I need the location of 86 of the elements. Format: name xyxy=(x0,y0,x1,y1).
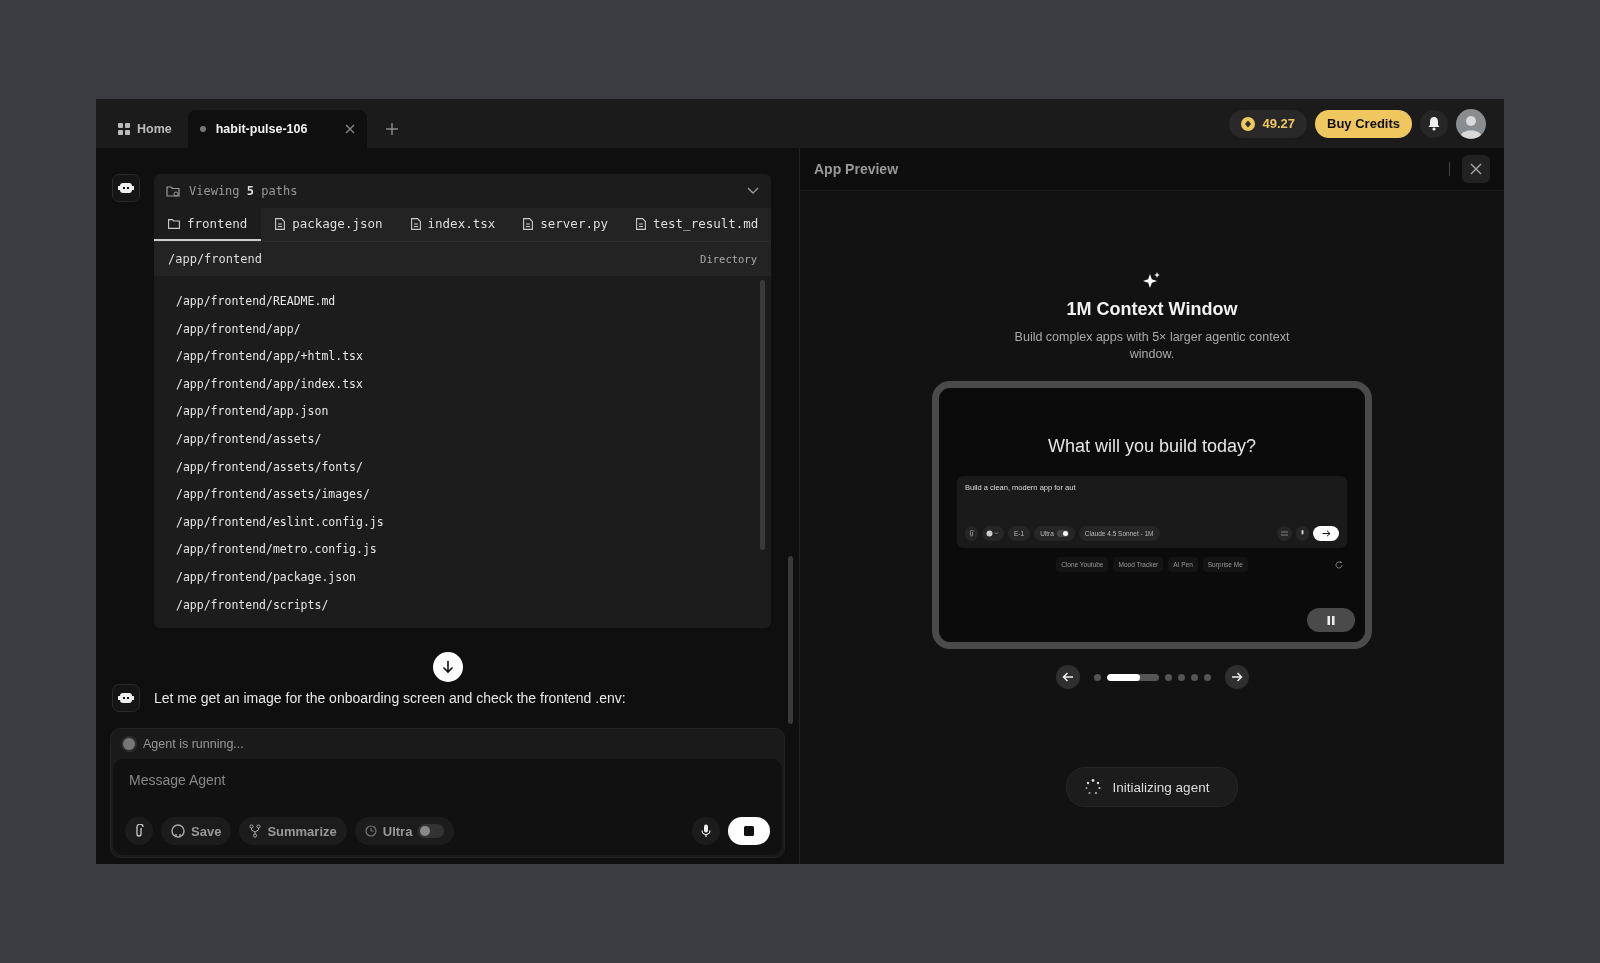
notifications-button[interactable] xyxy=(1420,109,1448,138)
next-button[interactable] xyxy=(1224,665,1249,689)
viewer-title: Viewing 5 paths xyxy=(189,184,298,198)
microphone-button[interactable] xyxy=(692,817,720,845)
slide-dot[interactable] xyxy=(1164,673,1172,681)
avatar-icon[interactable] xyxy=(1456,108,1486,139)
close-icon[interactable] xyxy=(344,124,355,134)
ultra-switch[interactable] xyxy=(418,824,445,838)
stop-icon xyxy=(744,826,754,836)
path-type: Directory xyxy=(700,253,757,265)
file-tab[interactable]: index.tsx xyxy=(396,208,510,241)
pause-button[interactable] xyxy=(1307,608,1355,632)
grid-icon xyxy=(118,123,130,135)
scroll-down-button[interactable] xyxy=(433,652,463,682)
agent-status: Agent is running... xyxy=(143,737,244,751)
panel-title: App Preview xyxy=(814,161,899,177)
ultra-toggle[interactable]: Ultra xyxy=(354,817,455,845)
bot-avatar-icon xyxy=(112,684,140,712)
file-path[interactable]: /app/frontend/scripts/ xyxy=(176,591,749,620)
slide-dot[interactable] xyxy=(1093,673,1101,681)
file-tab[interactable]: frontend xyxy=(154,208,262,241)
folder-icon xyxy=(168,218,180,229)
coin-icon xyxy=(1241,116,1256,131)
feature-description: Build complex apps with 5× larger agentic context window. xyxy=(1013,329,1291,363)
file-path[interactable]: /app/frontend/eslint.config.js xyxy=(176,508,749,537)
file-path[interactable]: /app/frontend/app/ xyxy=(176,315,749,344)
folder-eye-icon xyxy=(166,184,181,198)
pause-icon xyxy=(1327,615,1335,625)
file-tab[interactable]: test_result.md xyxy=(622,208,771,241)
arrow-left-icon xyxy=(1061,672,1074,682)
mock-mic-icon xyxy=(1296,526,1309,541)
mock-attach-icon xyxy=(965,526,978,541)
file-path[interactable]: /app/frontend/assets/fonts/ xyxy=(176,453,749,482)
scrollbar[interactable] xyxy=(788,556,793,724)
arrow-right-icon xyxy=(1230,672,1243,682)
file-path[interactable]: /app/frontend/metro.config.js xyxy=(176,536,749,564)
slide-dot[interactable] xyxy=(1177,673,1185,681)
mock-github-icon xyxy=(982,526,1004,541)
chevron-down-icon[interactable] xyxy=(747,187,759,195)
arrow-down-icon xyxy=(442,660,454,674)
buy-credits-button[interactable]: Buy Credits xyxy=(1315,109,1412,138)
mock-refresh-icon xyxy=(1335,560,1343,569)
current-path: /app/frontend xyxy=(168,252,262,266)
file-icon xyxy=(636,217,646,230)
clock-icon xyxy=(364,825,377,837)
file-path[interactable]: /app/frontend/app.json xyxy=(176,398,749,426)
plus-icon[interactable] xyxy=(384,122,399,136)
mock-title: What will you build today? xyxy=(1047,436,1257,457)
file-path[interactable]: /app/frontend/assets/ xyxy=(176,425,749,454)
feature-title: 1M Context Window xyxy=(1066,299,1238,320)
file-tab[interactable]: server.py xyxy=(509,208,622,241)
project-tab[interactable]: habit-pulse-106 xyxy=(187,110,367,148)
file-icon xyxy=(410,217,421,230)
paperclip-icon xyxy=(134,824,144,838)
slide-dot[interactable] xyxy=(1203,673,1211,681)
bell-icon xyxy=(1427,116,1441,131)
file-path[interactable]: /app/frontend/package.json xyxy=(176,563,749,592)
microphone-icon xyxy=(701,824,711,838)
spinner-icon xyxy=(1084,779,1101,795)
credits-balance[interactable]: 49.27 xyxy=(1229,109,1308,138)
slide-progress[interactable] xyxy=(1106,673,1159,681)
previous-button[interactable] xyxy=(1055,665,1080,689)
file-icon xyxy=(275,217,286,230)
stop-button[interactable] xyxy=(728,817,770,845)
agent-message: Let me get an image for the onboarding screen and check the frontend .env: xyxy=(154,690,626,706)
attach-button[interactable] xyxy=(125,817,153,845)
bot-avatar-icon xyxy=(112,174,140,202)
file-tab[interactable]: package.json xyxy=(261,208,397,241)
home-tab[interactable]: Home xyxy=(106,110,184,148)
branch-icon xyxy=(249,824,262,838)
file-path[interactable]: /app/frontend/app/index.tsx xyxy=(176,370,749,399)
file-path[interactable]: /app/frontend/README.md xyxy=(176,288,749,316)
file-icon xyxy=(523,217,534,230)
status-icon xyxy=(123,738,135,750)
scrollbar[interactable] xyxy=(760,280,765,550)
mock-send-icon xyxy=(1313,526,1339,541)
file-path[interactable]: /app/frontend/app/+html.tsx xyxy=(176,343,749,371)
loading-status: Initializing agent xyxy=(1065,767,1239,807)
save-button[interactable]: Save xyxy=(161,817,232,845)
message-input[interactable]: Message Agent xyxy=(125,769,770,791)
summarize-button[interactable]: Summarize xyxy=(239,817,347,845)
close-button[interactable] xyxy=(1462,155,1490,183)
slide-dot[interactable] xyxy=(1190,673,1198,681)
file-path[interactable]: /app/frontend/assets/images/ xyxy=(176,481,749,509)
close-icon xyxy=(1470,163,1482,175)
mock-sliders-icon xyxy=(1277,526,1292,541)
